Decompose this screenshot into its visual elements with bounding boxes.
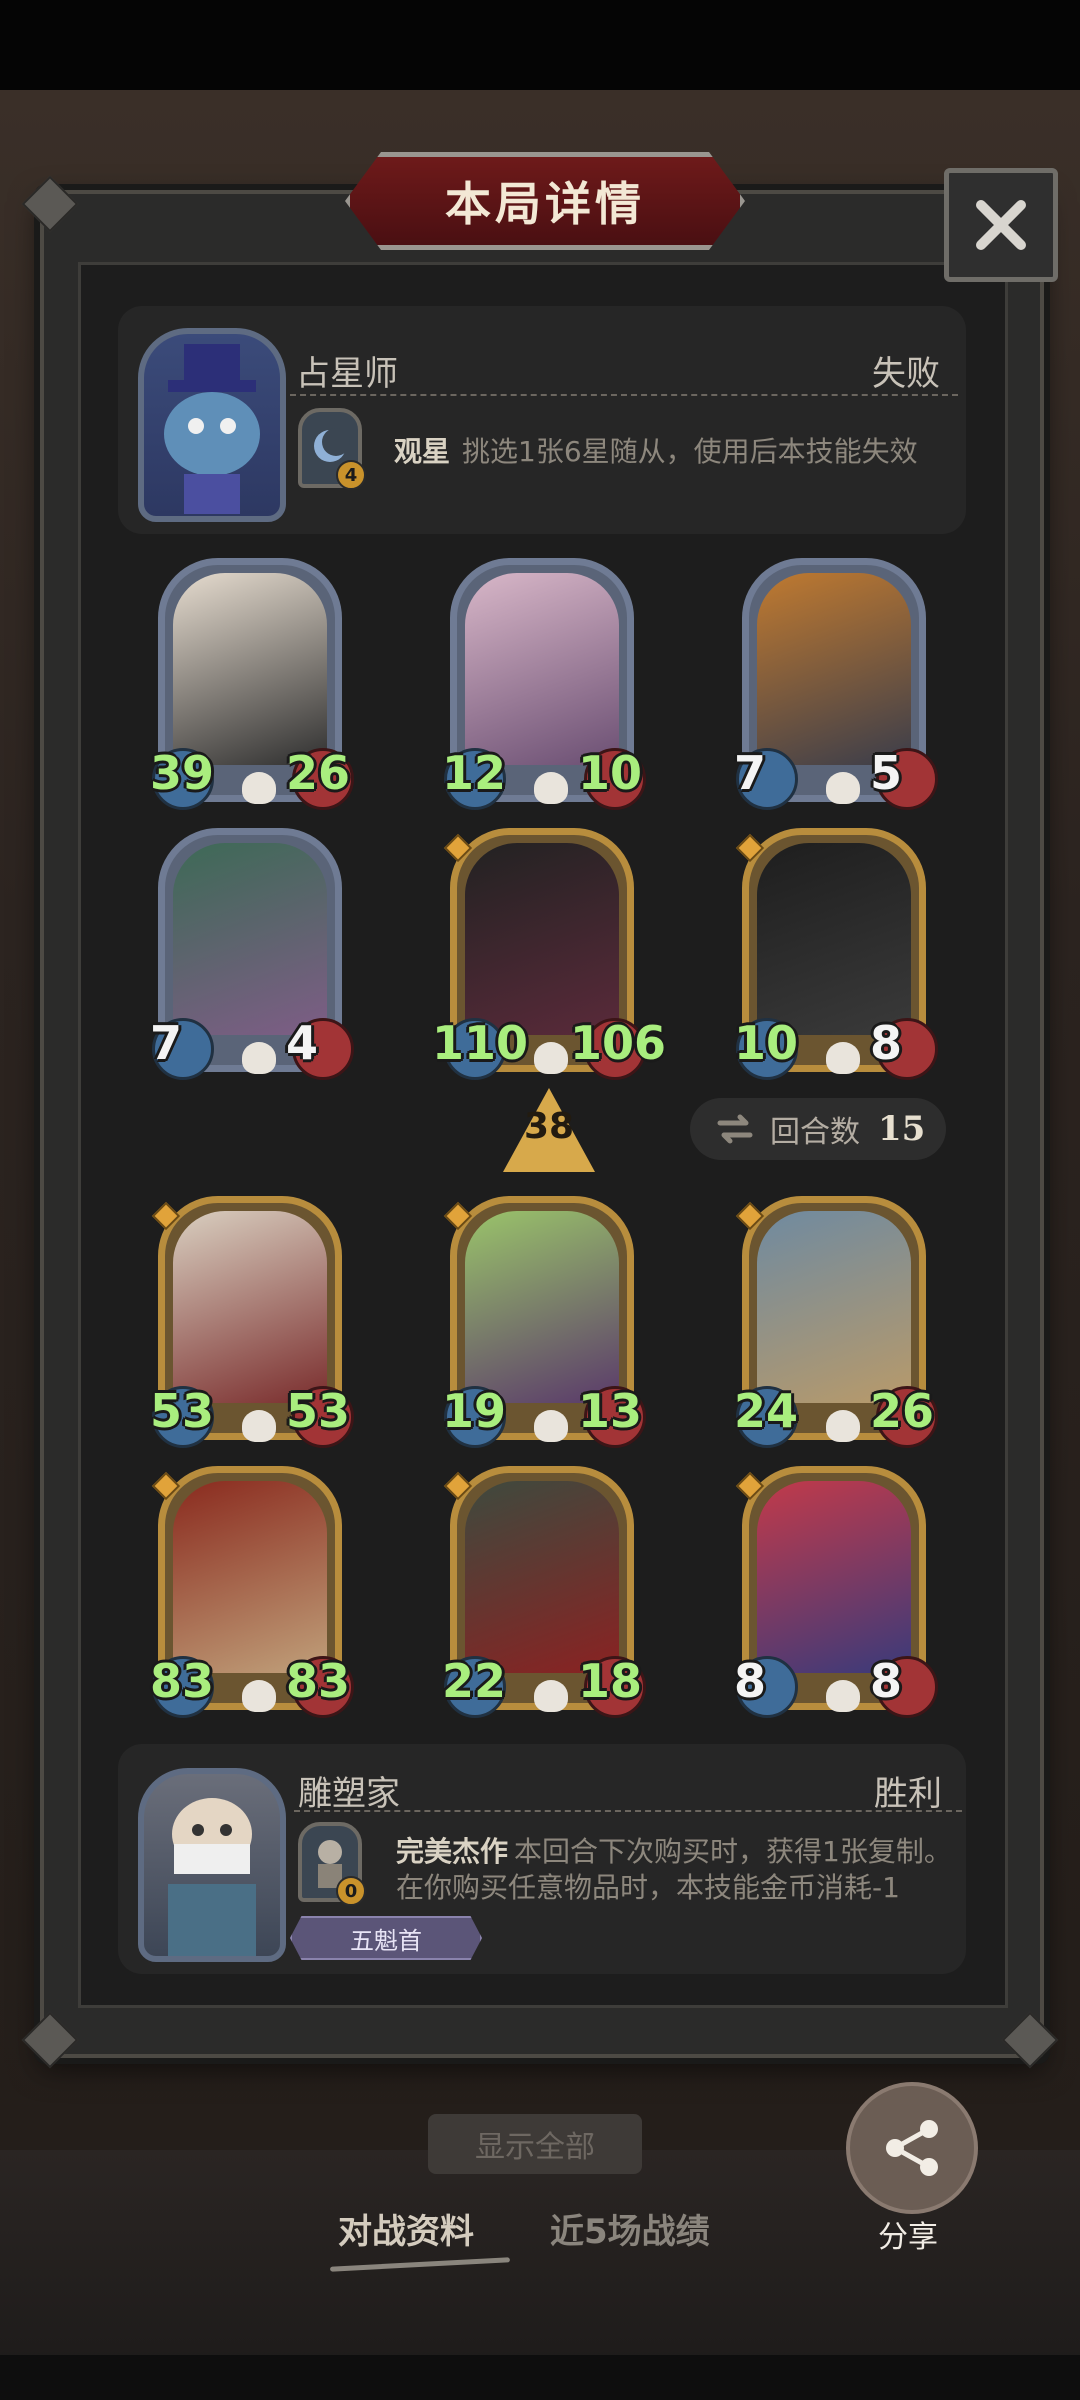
tab-battle-info[interactable]: 对战资料 bbox=[338, 2204, 474, 2253]
unit-attack: 110 bbox=[432, 1016, 529, 1070]
unit-portrait bbox=[757, 573, 911, 765]
skull-icon bbox=[826, 1410, 860, 1442]
rounds-label: 回合数 bbox=[770, 1115, 860, 1150]
player-avatar bbox=[138, 1768, 286, 1962]
opponent-name: 占星师 bbox=[296, 354, 398, 394]
share-button[interactable] bbox=[846, 2082, 978, 2214]
unit-health: 4 bbox=[286, 1016, 319, 1070]
unit-attack: 24 bbox=[734, 1384, 799, 1438]
unit-portrait bbox=[757, 843, 911, 1035]
divider bbox=[294, 1810, 962, 1812]
divider bbox=[290, 394, 958, 396]
player-skill-level: 0 bbox=[336, 1876, 366, 1906]
unit-health: 8 bbox=[870, 1654, 903, 1708]
tab-recent-5[interactable]: 近5场战绩 bbox=[550, 2204, 710, 2253]
skull-icon bbox=[826, 1042, 860, 1074]
unit-portrait bbox=[173, 843, 327, 1035]
player-skill-name: 完美杰作 bbox=[396, 1835, 509, 1868]
unit-health: 13 bbox=[578, 1384, 643, 1438]
refresh-icon bbox=[717, 1114, 753, 1144]
unit-portrait bbox=[757, 1481, 911, 1673]
show-all-button[interactable]: 显示全部 bbox=[428, 2114, 642, 2174]
unit-health: 83 bbox=[286, 1654, 351, 1708]
unit-portrait bbox=[173, 1481, 327, 1673]
unit-portrait bbox=[173, 573, 327, 765]
unit-portrait bbox=[465, 1481, 619, 1673]
unit-health: 106 bbox=[570, 1016, 667, 1070]
unit-portrait bbox=[465, 573, 619, 765]
player-name: 雕塑家 bbox=[298, 1774, 400, 1814]
unit-attack: 19 bbox=[442, 1384, 507, 1438]
unit-portrait bbox=[465, 1211, 619, 1403]
opponent-skill-name: 观星 bbox=[394, 435, 451, 468]
share-label: 分享 bbox=[878, 2220, 938, 2255]
unit-health: 53 bbox=[286, 1384, 351, 1438]
skull-icon bbox=[534, 1410, 568, 1442]
unit-attack: 10 bbox=[734, 1016, 799, 1070]
unit-health: 5 bbox=[870, 746, 903, 800]
unit-health: 26 bbox=[870, 1384, 935, 1438]
skull-icon bbox=[242, 1410, 276, 1442]
close-icon bbox=[976, 200, 1026, 250]
close-button[interactable] bbox=[944, 168, 1058, 282]
unit-attack: 12 bbox=[442, 746, 507, 800]
skull-icon bbox=[242, 1042, 276, 1074]
opponent-skill-level: 4 bbox=[336, 460, 366, 490]
unit-attack: 22 bbox=[442, 1654, 507, 1708]
skull-icon bbox=[534, 1042, 568, 1074]
share-icon bbox=[886, 2120, 938, 2176]
opponent-result: 失败 bbox=[872, 354, 940, 394]
level-value: 38 bbox=[523, 1106, 575, 1147]
skull-icon bbox=[826, 772, 860, 804]
skull-icon bbox=[826, 1680, 860, 1712]
unit-health: 10 bbox=[578, 746, 643, 800]
rounds-pill: 回合数 15 bbox=[690, 1098, 946, 1160]
unit-portrait bbox=[465, 843, 619, 1035]
unit-health: 18 bbox=[578, 1654, 643, 1708]
player-skill-desc-2: 在你购买任意物品时，本技能金币消耗-1 bbox=[396, 1871, 900, 1904]
skull-icon bbox=[242, 772, 276, 804]
skull-icon bbox=[534, 772, 568, 804]
modal-title: 本局详情 bbox=[445, 177, 645, 231]
opponent-skill-desc: 挑选1张6星随从，使用后本技能失效 bbox=[462, 435, 918, 468]
player-title-badge: 五魁首 bbox=[290, 1916, 482, 1960]
unit-attack: 83 bbox=[150, 1654, 215, 1708]
unit-attack: 7 bbox=[734, 746, 767, 800]
unit-portrait bbox=[757, 1211, 911, 1403]
unit-health: 8 bbox=[870, 1016, 903, 1070]
skull-icon bbox=[242, 1680, 276, 1712]
unit-attack: 8 bbox=[734, 1654, 767, 1708]
opponent-avatar bbox=[138, 328, 286, 522]
unit-attack: 7 bbox=[150, 1016, 183, 1070]
unit-attack: 53 bbox=[150, 1384, 215, 1438]
unit-portrait bbox=[173, 1211, 327, 1403]
skull-icon bbox=[534, 1680, 568, 1712]
modal-title-plate: 本局详情 bbox=[345, 152, 745, 250]
player-skill-desc-1: 本回合下次购买时，获得1张复制。 bbox=[514, 1835, 952, 1868]
player-result: 胜利 bbox=[874, 1774, 942, 1814]
unit-attack: 39 bbox=[150, 746, 215, 800]
bottom-strip bbox=[0, 2355, 1080, 2400]
rounds-value: 15 bbox=[878, 1109, 926, 1149]
unit-health: 26 bbox=[286, 746, 351, 800]
